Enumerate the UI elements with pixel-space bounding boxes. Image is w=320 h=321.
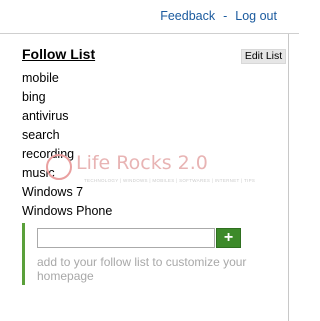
nav-separator: - [223, 9, 228, 23]
add-follow-input[interactable] [37, 228, 215, 248]
watermark: Life Rocks 2.0 TECHNOLOGY | WINDOWS | MO… [46, 146, 256, 196]
follow-list-title[interactable]: Follow List [22, 46, 95, 62]
follow-list-panel: Follow List Edit List mobile bing antivi… [0, 34, 289, 321]
logout-link[interactable]: Log out [235, 9, 277, 23]
add-follow-hint: add to your follow list to customize you… [37, 255, 247, 283]
list-item[interactable]: Windows Phone [22, 202, 112, 221]
watermark-logo-icon [46, 154, 72, 180]
list-item[interactable]: mobile [22, 69, 112, 88]
add-follow-button[interactable]: + [216, 228, 241, 248]
watermark-tagline: TECHNOLOGY | WINDOWS | MOBILES | SOFTWAR… [84, 178, 256, 183]
list-item[interactable]: search [22, 126, 112, 145]
top-nav: Feedback - Log out [160, 9, 277, 23]
feedback-link[interactable]: Feedback [160, 9, 215, 23]
add-follow-box: + add to your follow list to customize y… [22, 223, 257, 285]
watermark-brand: Life Rocks 2.0 [76, 152, 208, 174]
follow-list: mobile bing antivirus search recording m… [22, 69, 112, 221]
list-item[interactable]: bing [22, 88, 112, 107]
list-item[interactable]: antivirus [22, 107, 112, 126]
edit-list-button[interactable]: Edit List [241, 49, 286, 64]
